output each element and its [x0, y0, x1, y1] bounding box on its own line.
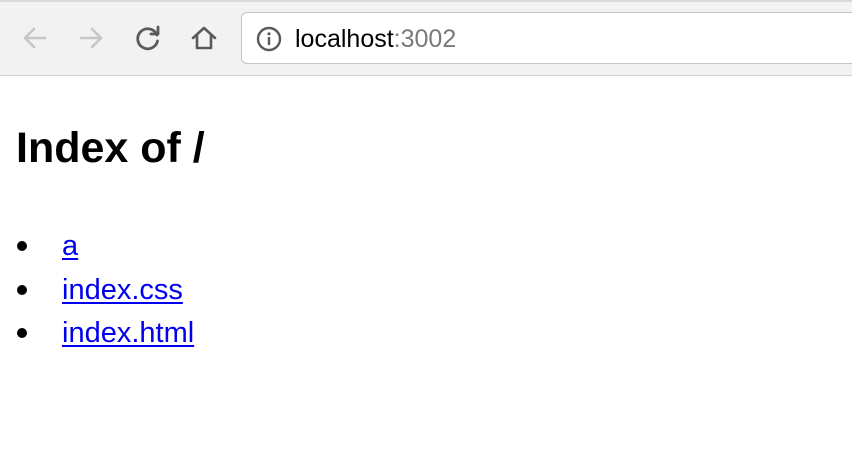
bullet-icon	[17, 241, 27, 251]
file-link-a[interactable]: a	[62, 226, 78, 266]
bullet-icon	[17, 328, 27, 338]
window-top-border	[0, 0, 852, 2]
forward-button[interactable]	[73, 20, 109, 56]
file-link-index-html[interactable]: index.html	[62, 313, 194, 353]
home-icon	[191, 26, 217, 50]
reload-icon	[136, 25, 160, 51]
home-button[interactable]	[186, 20, 222, 56]
address-bar[interactable]: localhost:3002	[241, 12, 852, 64]
arrow-left-icon	[23, 27, 47, 49]
back-button[interactable]	[17, 20, 53, 56]
page-title: Index of /	[16, 124, 205, 172]
browser-toolbar: localhost:3002	[0, 0, 852, 76]
url-text[interactable]: localhost:3002	[295, 25, 456, 53]
url-port: :3002	[393, 25, 457, 53]
bullet-icon	[17, 284, 27, 295]
arrow-right-icon	[79, 27, 103, 49]
url-host: localhost	[295, 25, 394, 53]
info-icon[interactable]	[256, 26, 282, 52]
reload-button[interactable]	[130, 20, 166, 56]
file-link-index-css[interactable]: index.css	[62, 270, 183, 310]
page-content: Index of / a index.css index.html	[0, 76, 852, 458]
